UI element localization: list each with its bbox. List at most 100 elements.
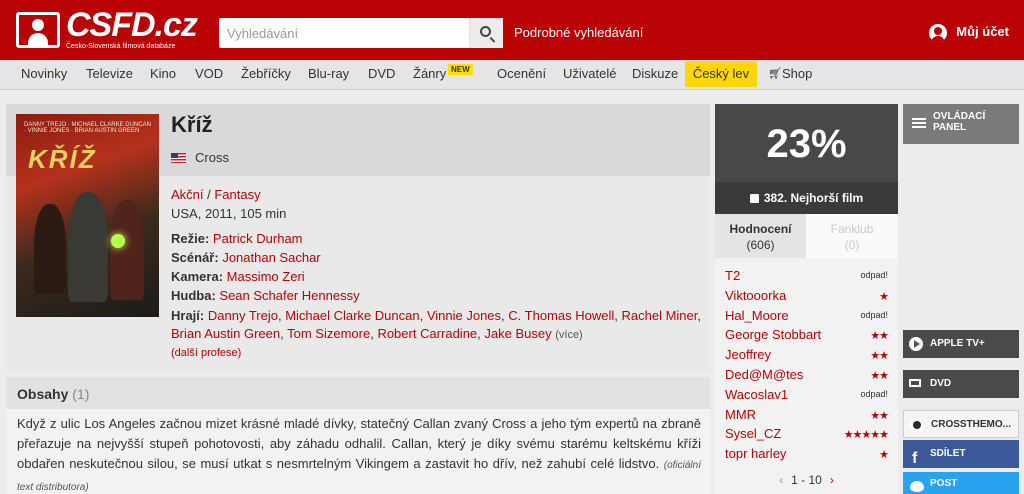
- user-rating: ★★: [870, 369, 889, 382]
- tab-count: (0): [844, 238, 860, 252]
- nav-cinema[interactable]: Kino: [150, 60, 176, 88]
- cast-member[interactable]: Danny Trejo: [208, 308, 278, 323]
- nav-discussion[interactable]: Diskuze: [632, 60, 678, 88]
- nav-dvd[interactable]: DVD: [368, 60, 395, 88]
- rating-percent: 23%: [766, 122, 847, 166]
- main-nav: Novinky Televize Kino VOD Žebříčky Blu-r…: [0, 60, 1024, 90]
- genre-link[interactable]: Akční: [171, 187, 204, 202]
- user-link[interactable]: Hal_Moore: [725, 308, 789, 323]
- user-rating: ★★: [870, 409, 889, 422]
- rating-row: MMR ★★: [715, 405, 898, 425]
- user-rating: ★★: [870, 330, 889, 343]
- plot-text: Když z ulic Los Angeles začnou mizet krá…: [17, 414, 701, 494]
- user-rating: ★★: [870, 350, 889, 363]
- website-button[interactable]: CROSSTHEMO...: [903, 410, 1019, 438]
- genre-link[interactable]: Fantasy: [214, 187, 260, 202]
- user-rating: odpad!: [860, 309, 888, 320]
- poster-figure: [34, 204, 66, 294]
- nav-users[interactable]: Uživatelé: [563, 60, 616, 88]
- prev-page-icon[interactable]: ‹: [779, 473, 783, 487]
- credit-person[interactable]: Sean Schafer Hennessy: [219, 288, 359, 303]
- apple-tv-button[interactable]: APPLE TV+: [903, 330, 1019, 358]
- search-button[interactable]: [469, 18, 503, 48]
- user-link[interactable]: George Stobbart: [725, 327, 821, 342]
- film-genres: Akční / Fantasy: [171, 187, 261, 202]
- cart-icon: 🛒︎: [768, 68, 782, 80]
- nav-genres[interactable]: Žánry: [413, 60, 446, 88]
- ratings-list: T2 odpad! Viktooorka ★ Hal_Moore odpad! Geo…: [715, 266, 898, 464]
- advanced-search-link[interactable]: Podrobné vyhledávání: [514, 25, 643, 40]
- rating-row: T2 odpad!: [715, 266, 898, 286]
- cast-member[interactable]: Brian Austin Green: [171, 326, 280, 341]
- tab-count: (606): [746, 238, 775, 252]
- nav-charts[interactable]: Žebříčky: [241, 60, 291, 88]
- more-professions-link[interactable]: (další profese): [171, 347, 241, 359]
- user-icon[interactable]: [929, 24, 947, 42]
- tab-fanclub[interactable]: Fanklub (0): [806, 214, 898, 258]
- cast-member[interactable]: Vinnie Jones: [427, 308, 501, 323]
- user-link[interactable]: T2: [725, 268, 740, 283]
- user-link[interactable]: Ded@M@tes: [725, 367, 803, 382]
- cast-more-link[interactable]: (více): [555, 329, 583, 341]
- next-page-icon[interactable]: ›: [830, 473, 834, 487]
- credit-person[interactable]: Patrick Durham: [213, 231, 303, 246]
- rating-panel: 23% 382. Nejhorší film Hodnocení (606) F…: [715, 104, 898, 494]
- rating-box: 23%: [715, 104, 898, 182]
- nav-tv[interactable]: Televize: [86, 60, 133, 88]
- nav-shop[interactable]: Shop: [782, 60, 812, 88]
- user-rating: ★★★★★: [843, 429, 889, 442]
- film-poster[interactable]: DANNY TREJO · MICHAEL CLARKE DUNCAN · VI…: [16, 114, 159, 317]
- original-title: Cross: [195, 150, 229, 165]
- user-rating: odpad!: [860, 270, 888, 280]
- thumb-down-icon: [749, 194, 759, 203]
- cast-member[interactable]: Michael Clarke Duncan: [285, 308, 419, 323]
- control-panel-button[interactable]: OVLÁDACÍ PANEL: [903, 104, 1019, 144]
- poster-cast: DANNY TREJO · MICHAEL CLARKE DUNCAN · VI…: [24, 122, 151, 134]
- user-link[interactable]: Wacoslav1: [725, 387, 788, 402]
- user-link[interactable]: MMR: [725, 407, 756, 422]
- dvd-button[interactable]: DVD: [903, 370, 1019, 398]
- nav-news[interactable]: Novinky: [21, 60, 67, 88]
- film-cast: Hrají: Danny Trejo, Michael Clarke Dunca…: [171, 308, 701, 341]
- worst-film-rank[interactable]: 382. Nejhorší film: [715, 182, 898, 214]
- twitter-post-button[interactable]: POST: [903, 472, 1019, 494]
- worst-rank-text: 382. Nejhorší film: [763, 191, 864, 205]
- site-logo[interactable]: CSFD.cz Česko-Slovenská filmová databáze: [16, 6, 198, 52]
- user-link[interactable]: topr harley: [725, 446, 786, 461]
- share-label: SDÍLET: [930, 448, 966, 459]
- nav-cesky-lev[interactable]: Český lev: [685, 61, 757, 87]
- credit-camera: Kamera: Massimo Zeri: [171, 269, 305, 284]
- credit-person[interactable]: Massimo Zeri: [227, 269, 305, 284]
- page-range: 1 - 10: [791, 473, 822, 487]
- nav-vod[interactable]: VOD: [195, 60, 223, 88]
- cast-member[interactable]: Jake Busey: [484, 326, 551, 341]
- plot-count: (1): [72, 386, 90, 402]
- logo-subtitle: Česko-Slovenská filmová databáze: [66, 43, 176, 50]
- cast-member[interactable]: C. Thomas Howell: [508, 308, 614, 323]
- tab-ratings[interactable]: Hodnocení (606): [715, 214, 806, 258]
- cast-member[interactable]: Rachel Miner: [621, 308, 697, 323]
- rating-row: topr harley ★: [715, 444, 898, 464]
- user-link[interactable]: Viktooorka: [725, 288, 786, 303]
- my-account-link[interactable]: Můj účet: [956, 24, 1009, 39]
- cast-member[interactable]: Tom Sizemore: [287, 326, 370, 341]
- film-profile: DANNY TREJO · MICHAEL CLARKE DUNCAN · VI…: [6, 104, 710, 372]
- top-header: CSFD.cz Česko-Slovenská filmová databáze…: [0, 0, 1024, 60]
- plot-title-text: Obsahy: [17, 386, 69, 402]
- plot-title: Obsahy (1): [17, 386, 89, 402]
- credit-person[interactable]: Jonathan Sachar: [222, 250, 320, 265]
- cast-member[interactable]: Robert Carradine: [377, 326, 477, 341]
- poster-figure: [68, 192, 108, 302]
- nav-bluray[interactable]: Blu-ray: [308, 60, 349, 88]
- search-input[interactable]: [219, 18, 469, 48]
- poster-cross-glow: [111, 234, 125, 248]
- user-link[interactable]: Sysel_CZ: [725, 426, 781, 441]
- poster-figure: [110, 200, 144, 300]
- nav-awards[interactable]: Ocenění: [497, 60, 546, 88]
- apple-tv-label: APPLE TV+: [930, 338, 985, 349]
- rating-row: Wacoslav1 odpad!: [715, 385, 898, 405]
- facebook-share-button[interactable]: f SDÍLET: [903, 440, 1019, 468]
- logo-film-icon: [16, 12, 60, 48]
- user-link[interactable]: Jeoffrey: [725, 347, 771, 362]
- credit-label: Kamera:: [171, 269, 224, 284]
